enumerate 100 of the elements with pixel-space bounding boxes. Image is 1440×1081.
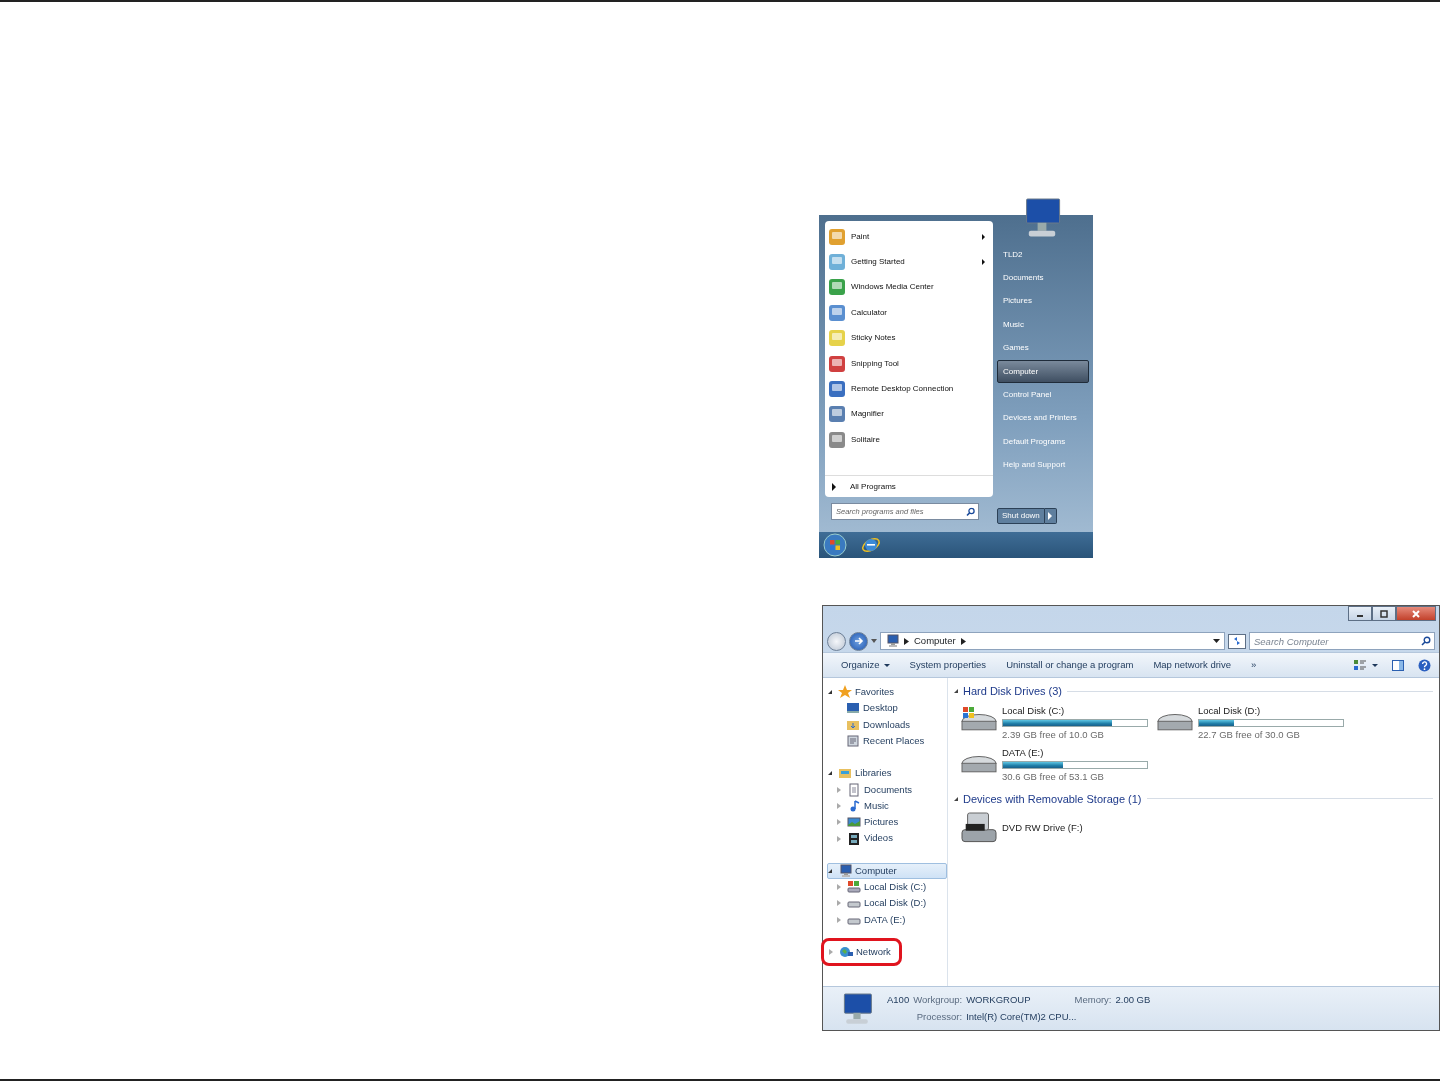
details-value: Intel(R) Core(TM)2 CPU... — [966, 1010, 1078, 1024]
search-field[interactable]: Search Computer — [1249, 632, 1435, 650]
program-menu-item[interactable]: Snipping Tool — [825, 350, 993, 377]
forward-button[interactable] — [849, 631, 868, 651]
program-menu-item[interactable]: Magnifier — [825, 401, 993, 428]
program-menu-item[interactable]: Sticky Notes — [825, 325, 993, 351]
group-heading[interactable]: Hard Disk Drives (3) — [963, 683, 1062, 700]
toolbar-button[interactable]: System properties — [899, 655, 997, 675]
collapse-arrow-icon[interactable] — [954, 796, 958, 801]
breadcrumb-item[interactable]: Computer — [914, 633, 956, 649]
computer-icon — [885, 634, 899, 648]
program-menu-item[interactable]: Remote Desktop Connection — [825, 376, 993, 402]
back-button[interactable] — [827, 631, 846, 651]
program-menu-item[interactable]: Solitaire — [825, 427, 993, 453]
toolbar-button[interactable]: Uninstall or change a program — [996, 655, 1144, 675]
desktop-icon — [846, 701, 860, 716]
refresh-button[interactable] — [1228, 633, 1246, 649]
close-button[interactable] — [1396, 606, 1436, 621]
breadcrumb-arrow-icon — [904, 637, 909, 645]
expanded-arrow-icon[interactable] — [828, 868, 832, 873]
expanded-arrow-icon[interactable] — [828, 771, 832, 776]
start-menu-place[interactable]: Documents — [997, 266, 1089, 290]
start-menu-place[interactable]: Pictures — [997, 289, 1089, 314]
submenu-arrow-icon — [982, 233, 985, 240]
toolbar-button[interactable]: Map network drive — [1143, 655, 1241, 675]
app-icon — [828, 430, 846, 449]
recent-places-icon — [846, 734, 860, 749]
drive-space-text: 22.7 GB free of 30.0 GB — [1198, 727, 1301, 742]
arrow-icon — [1048, 512, 1053, 520]
refresh-arrows-icon — [1232, 636, 1242, 646]
document-icon — [847, 782, 861, 797]
expanded-arrow-icon[interactable] — [828, 690, 832, 695]
navigation-item[interactable]: Pictures — [835, 814, 947, 831]
system-drive-icon — [847, 880, 861, 895]
computer-icon — [838, 863, 852, 878]
all-programs-item[interactable]: All Programs — [825, 475, 993, 497]
view-options-button[interactable] — [1354, 660, 1378, 670]
dropdown-caret-icon — [871, 638, 877, 644]
drive-name[interactable]: Local Disk (C:) — [1002, 703, 1148, 718]
app-icon — [828, 405, 846, 424]
toolbar-button[interactable]: Organize — [831, 655, 900, 675]
minimize-button[interactable] — [1348, 606, 1372, 621]
navigation-item[interactable]: Desktop — [835, 700, 947, 717]
program-menu-item[interactable]: Getting Started — [825, 249, 993, 275]
drive-name[interactable]: DATA (E:) — [1002, 746, 1148, 761]
app-icon — [828, 329, 846, 348]
drive-space-text: 2.39 GB free of 10.0 GB — [1002, 727, 1105, 742]
shut-down-button[interactable]: Shut down — [997, 508, 1045, 524]
maximize-button[interactable] — [1372, 606, 1396, 621]
dropdown-caret-icon — [1372, 663, 1378, 667]
search-icon — [1421, 636, 1431, 646]
navigation-item[interactable]: Local Disk (C:) — [835, 878, 947, 896]
program-menu-item[interactable]: Calculator — [825, 300, 993, 326]
app-icon — [828, 227, 846, 246]
app-icon — [828, 253, 846, 272]
toolbar-button[interactable]: » — [1241, 655, 1267, 675]
arrow-icon — [832, 482, 836, 491]
preview-pane-icon[interactable] — [1392, 659, 1404, 671]
details-label: Processor: — [915, 1010, 963, 1024]
start-orb-icon — [823, 533, 847, 557]
navigation-item[interactable]: Downloads — [835, 716, 947, 733]
navigation-item[interactable]: Network — [827, 943, 896, 961]
details-value: WORKGROUP — [966, 992, 1031, 1007]
drive-name[interactable]: Local Disk (D:) — [1198, 703, 1344, 718]
close-icon — [1412, 609, 1420, 618]
star-icon — [838, 685, 852, 700]
search-icon — [966, 507, 975, 516]
start-menu-place[interactable]: TLD2 — [997, 243, 1089, 267]
program-menu-item[interactable]: Paint — [825, 224, 993, 250]
app-icon — [828, 303, 846, 322]
view-list-icon — [1354, 660, 1366, 670]
navigation-item[interactable]: Libraries — [827, 765, 947, 782]
details-label: Workgroup: — [913, 992, 963, 1007]
navigation-item[interactable]: Computer — [827, 862, 947, 879]
dropdown-caret-icon — [1213, 638, 1220, 644]
navigation-item[interactable]: Documents — [835, 781, 947, 798]
start-menu-place[interactable]: Music — [997, 313, 1089, 337]
group-heading[interactable]: Devices with Removable Storage (1) — [963, 790, 1142, 807]
navigation-item[interactable]: Local Disk (D:) — [835, 895, 947, 912]
details-label: Memory: — [1074, 992, 1112, 1007]
collapse-arrow-icon[interactable] — [954, 689, 958, 694]
navigation-item[interactable]: Music — [835, 797, 947, 815]
navigation-item[interactable]: DATA (E:) — [835, 911, 947, 928]
address-bar[interactable]: Computer — [880, 632, 1225, 650]
drive-space-text: 30.6 GB free of 53.1 GB — [1002, 770, 1105, 785]
browser-e-icon[interactable] — [861, 535, 881, 555]
start-menu-place[interactable]: Computer — [997, 359, 1089, 384]
program-menu-item[interactable]: Windows Media Center — [825, 274, 993, 301]
breadcrumb-arrow-icon — [960, 637, 966, 645]
library-icon — [838, 766, 852, 781]
navigation-item[interactable]: Recent Places — [835, 732, 947, 750]
film-icon — [847, 831, 861, 846]
network-globe-icon — [839, 945, 853, 959]
help-icon[interactable] — [1418, 658, 1431, 672]
drive-name[interactable]: DVD RW Drive (F:) — [1002, 820, 1083, 836]
maximize-icon — [1380, 609, 1388, 618]
app-icon — [828, 278, 846, 297]
submenu-arrow-icon — [982, 259, 985, 266]
navigation-item[interactable]: Favorites — [827, 684, 947, 701]
navigation-item[interactable]: Videos — [835, 830, 947, 847]
